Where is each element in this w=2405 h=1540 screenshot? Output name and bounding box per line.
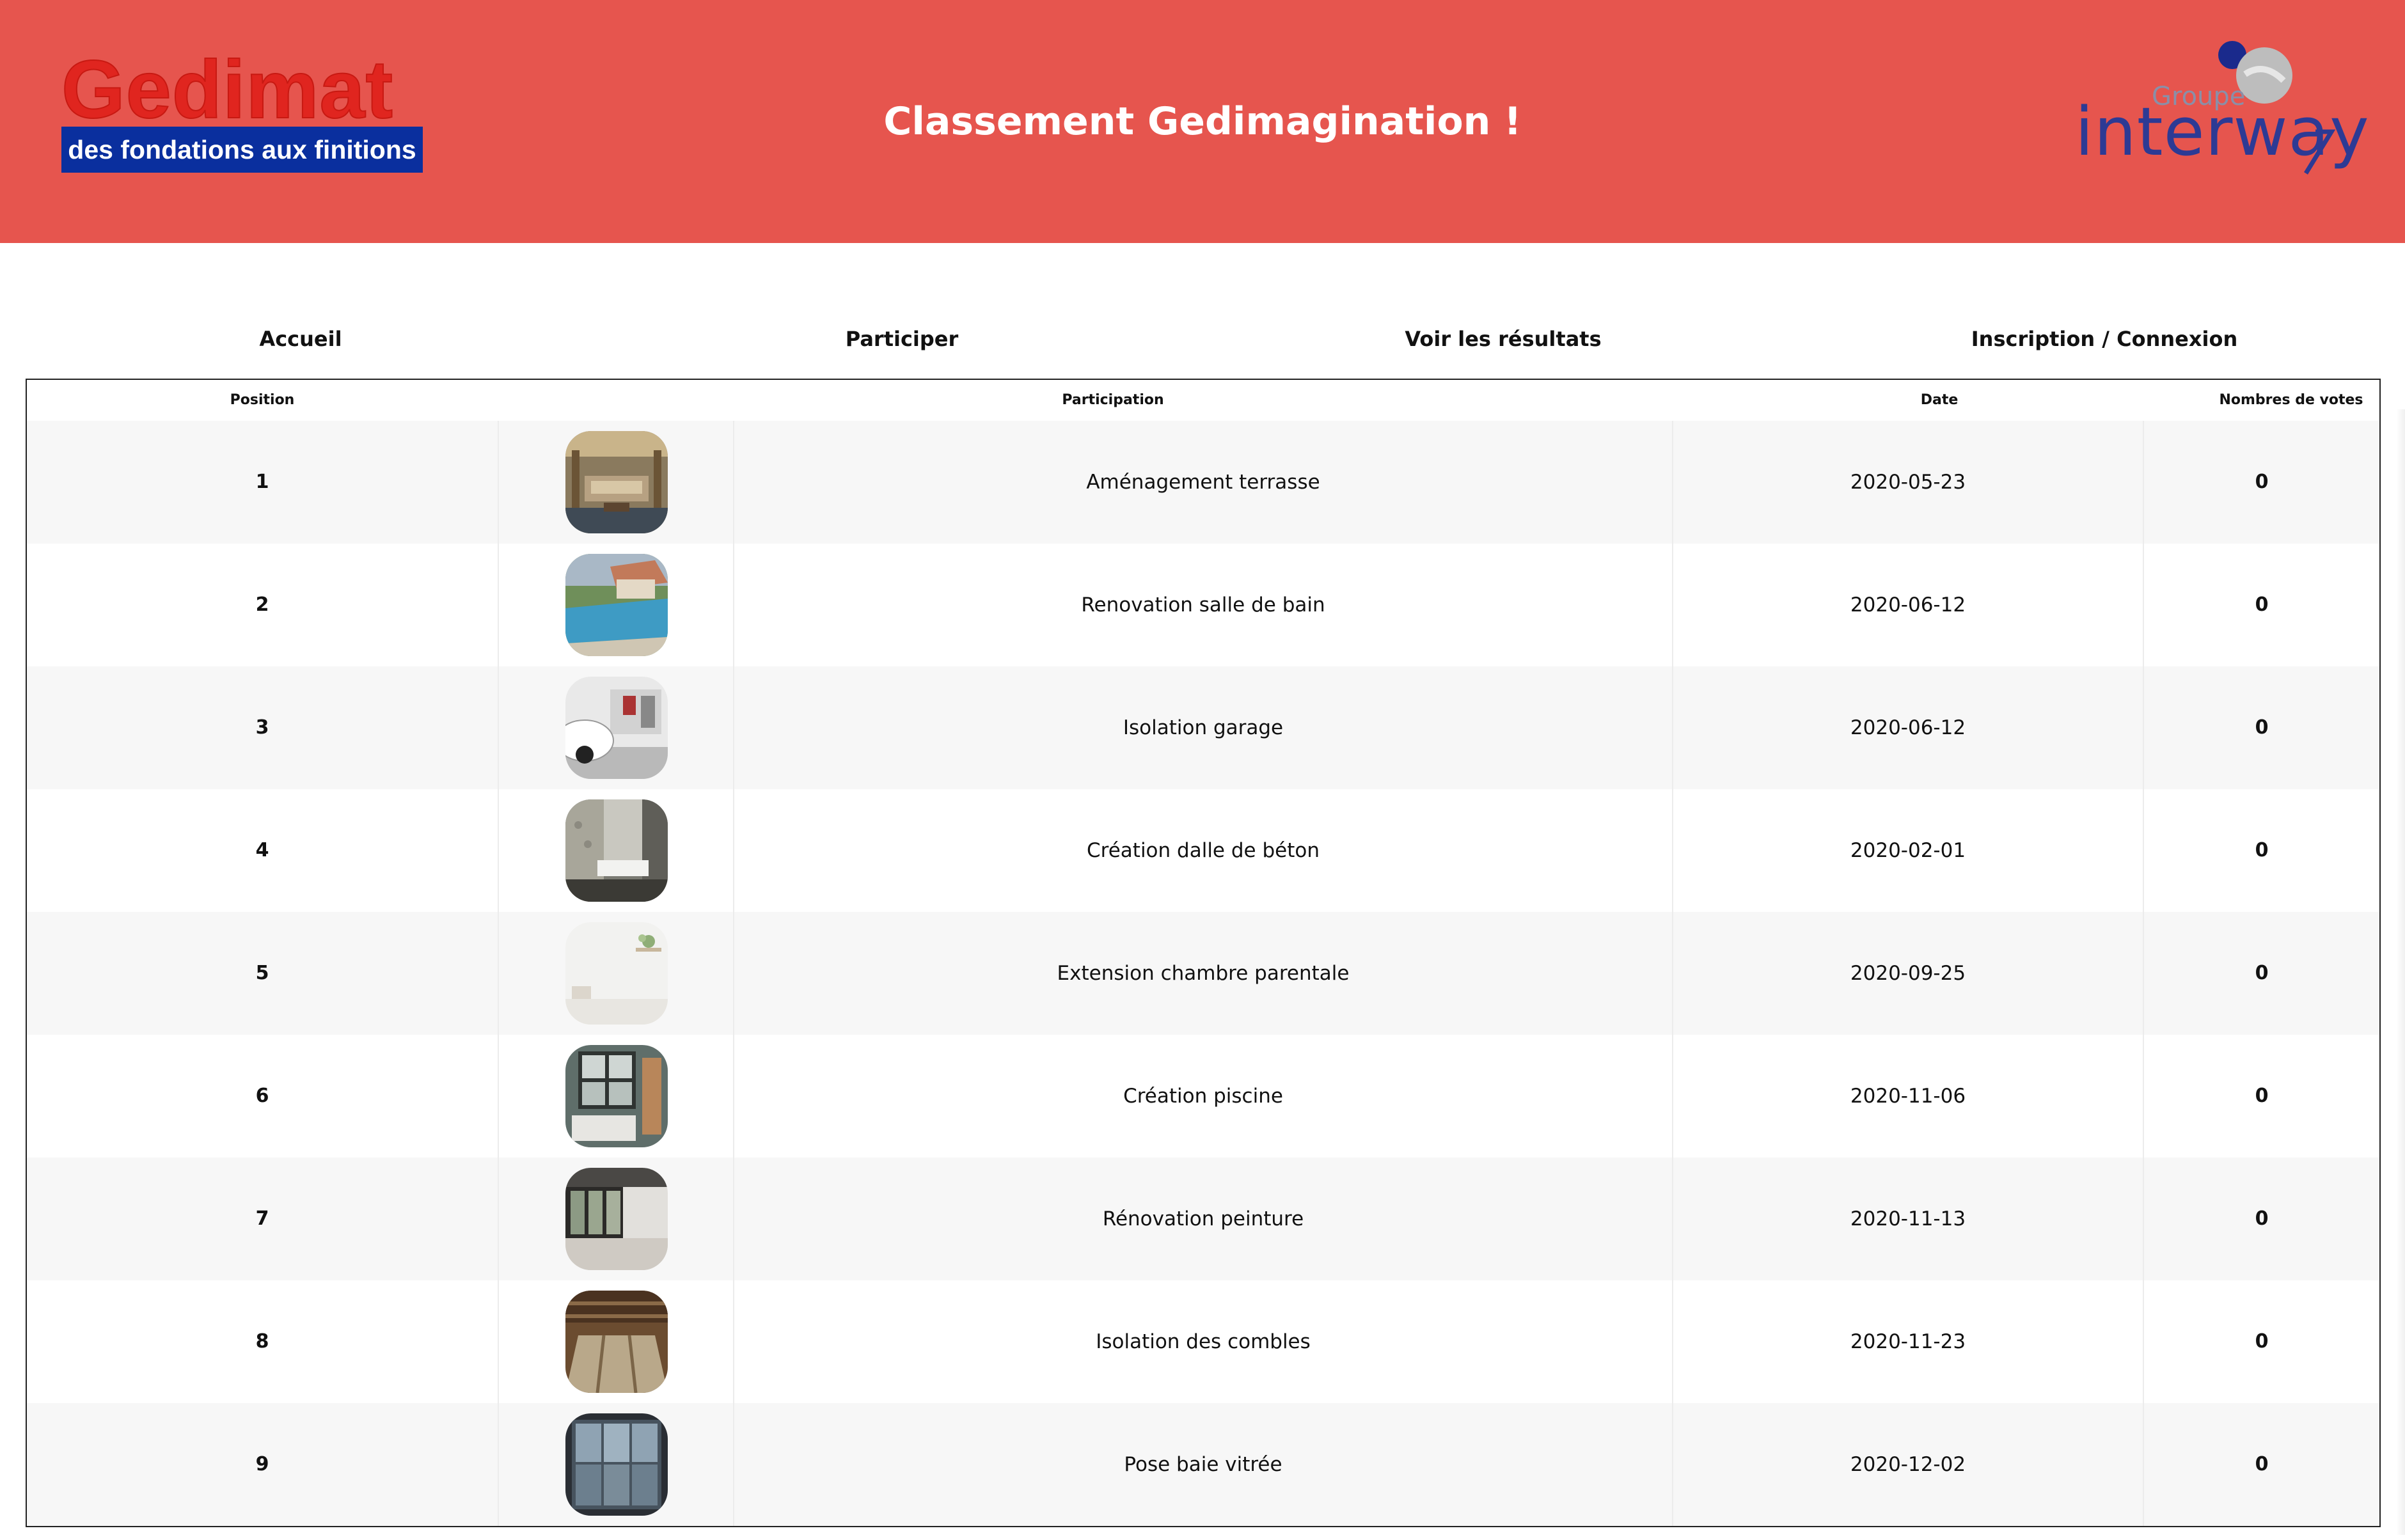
attic-photo[interactable] [565, 1291, 668, 1393]
page-edge-shadow [2396, 409, 2405, 1535]
header-participation: Participation [1062, 392, 1164, 408]
row-thumbnail-cell [498, 912, 733, 1035]
row-thumbnail-cell [498, 1403, 733, 1526]
table-row[interactable]: 9 Pose baie vitrée 2020-12-02 0 [27, 1403, 2379, 1526]
row-date: 2020-12-02 [1672, 1403, 2143, 1526]
row-votes: 0 [2143, 1280, 2379, 1403]
white-room-photo[interactable] [565, 922, 668, 1025]
row-date: 2020-06-12 [1672, 666, 2143, 789]
glazed-room-photo[interactable] [565, 1168, 668, 1270]
row-date: 2020-11-23 [1672, 1280, 2143, 1403]
garage-photo[interactable] [565, 677, 668, 779]
row-votes: 0 [2143, 1158, 2379, 1280]
table-row[interactable]: 1 Aménagement terrasse 2020-05-23 0 [27, 421, 2379, 544]
row-date: 2020-02-01 [1672, 789, 2143, 912]
terrace-photo[interactable] [565, 431, 668, 533]
nav-participate[interactable]: Participer [774, 313, 1030, 365]
header-votes: Nombres de votes [2219, 392, 2363, 408]
row-position: 8 [255, 1330, 269, 1353]
row-participation-name: Isolation garage [733, 666, 1672, 789]
nav-results[interactable]: Voir les résultats [1375, 313, 1631, 365]
table-row[interactable]: 8 Isolation des combles 2020-11-23 0 [27, 1280, 2379, 1403]
row-participation-name: Renovation salle de bain [733, 544, 1672, 666]
interway-logo[interactable]: Groupe interway [2072, 36, 2369, 183]
row-votes: 0 [2143, 666, 2379, 789]
row-thumbnail-cell [498, 789, 733, 912]
row-position: 6 [255, 1085, 269, 1107]
table-row[interactable]: 4 Création dalle de béton 2020-02-01 0 [27, 789, 2379, 912]
row-position: 7 [255, 1207, 269, 1230]
table-header: Position Participation Date Nombres de v… [27, 380, 2379, 421]
bedroom-photo[interactable] [565, 1045, 668, 1147]
row-participation-name: Pose baie vitrée [733, 1403, 1672, 1526]
row-votes: 0 [2143, 912, 2379, 1035]
row-participation-name: Création dalle de béton [733, 789, 1672, 912]
row-participation-name: Création piscine [733, 1035, 1672, 1158]
bay-window-photo[interactable] [565, 1413, 668, 1516]
table-row[interactable]: 2 Renovation salle de bain 2020-06-12 0 [27, 544, 2379, 666]
pool-photo[interactable] [565, 554, 668, 656]
row-position: 9 [255, 1453, 269, 1475]
row-thumbnail-cell [498, 1035, 733, 1158]
row-position: 3 [255, 716, 269, 739]
row-date: 2020-11-06 [1672, 1035, 2143, 1158]
table-row[interactable]: 6 Création piscine 2020-11-06 0 [27, 1035, 2379, 1158]
row-thumbnail-cell [498, 544, 733, 666]
row-position: 2 [255, 593, 269, 616]
main-nav: Accueil Participer Voir les résultats In… [0, 313, 2405, 365]
row-date: 2020-09-25 [1672, 912, 2143, 1035]
row-date: 2020-06-12 [1672, 544, 2143, 666]
row-date: 2020-11-13 [1672, 1158, 2143, 1280]
row-participation-name: Isolation des combles [733, 1280, 1672, 1403]
row-thumbnail-cell [498, 421, 733, 544]
row-participation-name: Extension chambre parentale [733, 912, 1672, 1035]
row-date: 2020-05-23 [1672, 421, 2143, 544]
header-position: Position [230, 392, 295, 408]
row-votes: 0 [2143, 544, 2379, 666]
interway-name: interway [2075, 93, 2370, 171]
row-position: 5 [255, 962, 269, 984]
bathroom-photo[interactable] [565, 799, 668, 902]
header-banner: Gedimat des fondations aux finitions Cla… [0, 0, 2405, 243]
row-thumbnail-cell [498, 1280, 733, 1403]
row-position: 1 [255, 471, 269, 493]
table-row[interactable]: 7 Rénovation peinture 2020-11-13 0 [27, 1158, 2379, 1280]
row-votes: 0 [2143, 1035, 2379, 1158]
page-title: Classement Gedimagination ! [883, 99, 1522, 144]
nav-home[interactable]: Accueil [173, 313, 429, 365]
nav-auth[interactable]: Inscription / Connexion [1919, 313, 2290, 365]
row-votes: 0 [2143, 421, 2379, 544]
ranking-table: Position Participation Date Nombres de v… [26, 379, 2381, 1527]
table-body: 1 Aménagement terrasse 2020-05-23 0 2 Re… [27, 421, 2379, 1526]
row-thumbnail-cell [498, 666, 733, 789]
table-row[interactable]: 5 Extension chambre parentale 2020-09-25… [27, 912, 2379, 1035]
row-votes: 0 [2143, 1403, 2379, 1526]
row-participation-name: Aménagement terrasse [733, 421, 1672, 544]
row-votes: 0 [2143, 789, 2379, 912]
row-position: 4 [255, 839, 269, 861]
table-row[interactable]: 3 Isolation garage 2020-06-12 0 [27, 666, 2379, 789]
row-thumbnail-cell [498, 1158, 733, 1280]
row-participation-name: Rénovation peinture [733, 1158, 1672, 1280]
